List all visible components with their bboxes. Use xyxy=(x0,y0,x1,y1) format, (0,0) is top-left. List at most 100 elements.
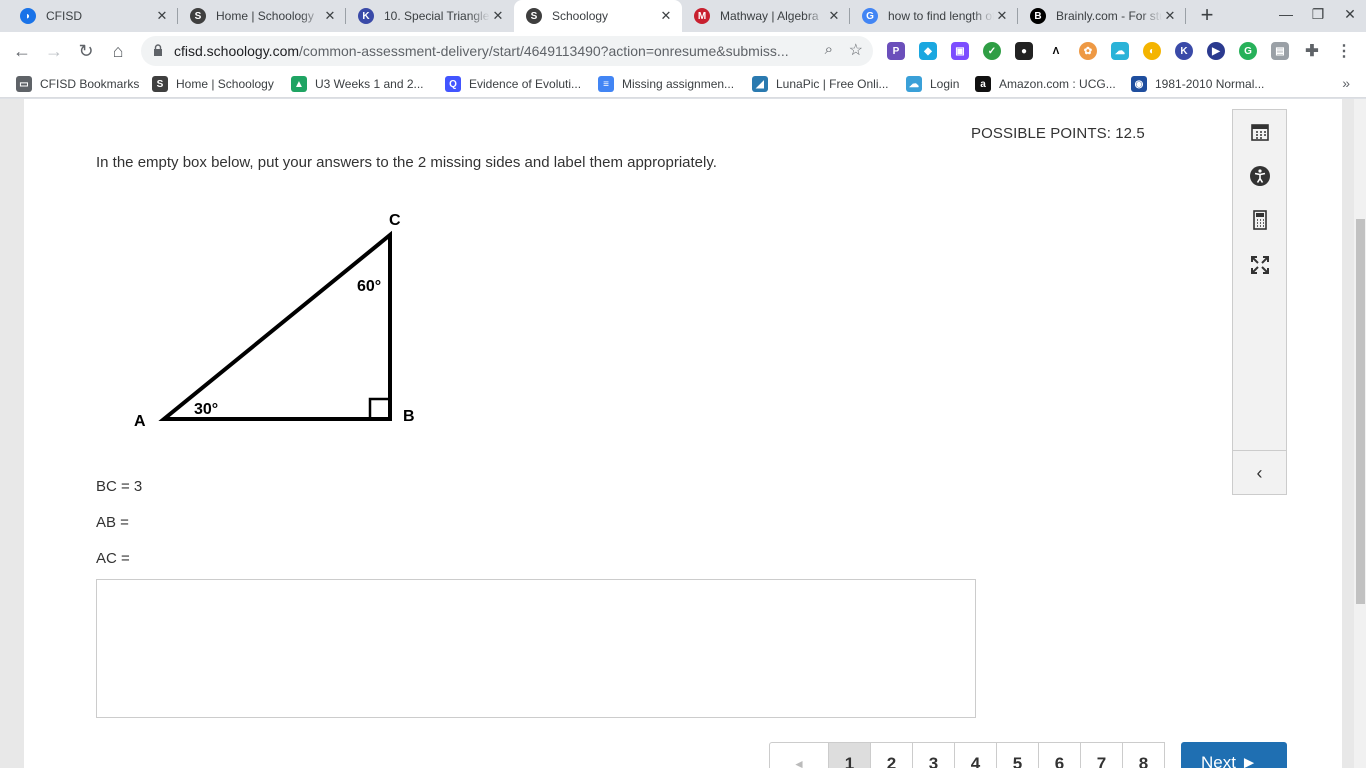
calendar-icon[interactable] xyxy=(1233,117,1286,147)
bookmark-label: LunaPic | Free Onli... xyxy=(776,77,889,91)
tab-close-icon[interactable]: ✕ xyxy=(994,8,1010,24)
google-drive-icon: ▲ xyxy=(291,76,307,92)
browser-tab[interactable]: M Mathway | Algebra ✕ xyxy=(682,0,850,32)
reload-icon[interactable]: ↻ xyxy=(75,40,97,62)
menu-kebab-icon[interactable]: ⋮ xyxy=(1335,42,1353,60)
accessibility-icon[interactable] xyxy=(1233,161,1286,191)
address-bar[interactable]: cfisd.schoology.com/common-assessment-de… xyxy=(141,36,873,66)
browser-tab[interactable]: ◗ CFISD ✕ xyxy=(8,0,178,32)
browser-tab[interactable]: B Brainly.com - For students✕ xyxy=(1018,0,1186,32)
amazon-icon: a xyxy=(975,76,991,92)
browser-tab[interactable]: Ghow to find length of ✕ xyxy=(850,0,1018,32)
collapse-tools-icon[interactable]: ‹ xyxy=(1233,450,1286,495)
play-extension-icon[interactable]: ▶ xyxy=(1207,42,1225,60)
assessment-panel: POSSIBLE POINTS: 12.5 In the empty box b… xyxy=(24,99,1342,768)
minimize-button[interactable]: — xyxy=(1276,6,1296,22)
kuta-extension-icon[interactable]: K xyxy=(1175,42,1193,60)
lock-icon xyxy=(154,44,162,56)
tab-close-icon[interactable]: ✕ xyxy=(658,8,674,24)
cloud-extension-icon[interactable]: ☁ xyxy=(1111,42,1129,60)
kuta-logo-icon: K xyxy=(358,8,374,24)
bookmark-item[interactable]: ≡ Missing assignmen... xyxy=(598,76,734,92)
schoology-logo: S xyxy=(152,76,168,92)
diamond-extension-icon[interactable]: ◆ xyxy=(919,42,937,60)
page-button[interactable]: 5 xyxy=(997,742,1039,768)
tab-close-icon[interactable]: ✕ xyxy=(1162,8,1178,24)
gray-extension-icon[interactable]: ▤ xyxy=(1271,42,1289,60)
right-angle-marker xyxy=(368,397,392,421)
bookmark-item[interactable]: ◢ LunaPic | Free Onli... xyxy=(752,76,889,92)
tab-close-icon[interactable]: ✕ xyxy=(826,8,842,24)
next-button[interactable]: Next ► xyxy=(1181,742,1287,768)
bookmark-item[interactable]: a Amazon.com : UCG... xyxy=(975,76,1116,92)
tab-close-icon[interactable]: ✕ xyxy=(322,8,338,24)
tab-close-icon[interactable]: ✕ xyxy=(154,8,170,24)
page-button[interactable]: 2 xyxy=(871,742,913,768)
purple-extension-icon[interactable]: ▣ xyxy=(951,42,969,60)
page-button[interactable]: 1 xyxy=(829,742,871,768)
restore-button[interactable]: ❐ xyxy=(1308,6,1328,23)
tab-title: 10. Special Triangles xyxy=(384,9,490,23)
bookmark-item[interactable]: Q Evidence of Evoluti... xyxy=(445,76,581,92)
bookmark-label: Amazon.com : UCG... xyxy=(999,77,1116,91)
answer-textbox[interactable] xyxy=(96,579,976,718)
bookmark-label: CFISD Bookmarks xyxy=(40,77,140,91)
folder-icon: ▭ xyxy=(16,76,32,92)
cfisd-logo-icon: ◗ xyxy=(20,8,36,24)
schoology-logo-icon: S xyxy=(190,8,206,24)
browser-tab[interactable]: S Schoology ✕ xyxy=(514,0,682,32)
bookmark-label: Home | Schoology xyxy=(176,77,274,91)
page-button[interactable]: 8 xyxy=(1123,742,1165,768)
google-logo-icon: G xyxy=(862,8,878,24)
bookmark-item[interactable]: ▲ U3 Weeks 1 and 2... xyxy=(291,76,424,92)
bookmark-item[interactable]: ▭ CFISD Bookmarks xyxy=(16,76,139,92)
tab-title: Schoology xyxy=(552,9,609,23)
tab-title: Mathway | Algebra xyxy=(720,9,819,23)
bookmark-item[interactable]: ◉ 1981-2010 Normal... xyxy=(1131,76,1264,92)
angle-a-label: 30° xyxy=(194,401,218,418)
home-icon[interactable]: ⌂ xyxy=(107,40,129,62)
brainly-logo-icon: B xyxy=(1030,8,1046,24)
lunapic-icon: ◢ xyxy=(752,76,768,92)
pdf-extension-icon[interactable]: P xyxy=(887,42,905,60)
page-button[interactable]: 3 xyxy=(913,742,955,768)
bookmark-item[interactable]: ☁ Login xyxy=(906,76,959,92)
color-wheel-extension-icon[interactable]: ✿ xyxy=(1079,42,1097,60)
on-extension-icon[interactable]: ◐ xyxy=(1143,42,1161,60)
grammarly-extension-icon[interactable]: G xyxy=(1239,42,1257,60)
bookmarks-overflow-icon[interactable]: » xyxy=(1342,75,1350,91)
forward-icon[interactable]: → xyxy=(43,40,65,62)
url-text: cfisd.schoology.com/common-assessment-de… xyxy=(174,43,789,59)
browser-tab[interactable]: S Home | Schoology ✕ xyxy=(178,0,346,32)
page-button[interactable]: 6 xyxy=(1039,742,1081,768)
tab-separator xyxy=(1185,8,1186,24)
noaa-icon: ◉ xyxy=(1131,76,1147,92)
page-button[interactable]: 7 xyxy=(1081,742,1123,768)
new-tab-button[interactable]: + xyxy=(1195,4,1219,28)
lambda-extension-icon[interactable]: Λ xyxy=(1047,42,1065,60)
login-icon: ☁ xyxy=(906,76,922,92)
extensions-puzzle-icon[interactable]: ✚ xyxy=(1303,42,1321,60)
fullscreen-icon[interactable] xyxy=(1233,250,1286,280)
page-scrollbar[interactable] xyxy=(1354,99,1366,768)
zoom-icon[interactable]: ⌕ xyxy=(825,41,833,58)
bookmark-item[interactable]: S Home | Schoology xyxy=(152,76,274,92)
browser-toolbar: ← → ↻ ⌂ cfisd.schoology.com/common-asses… xyxy=(0,32,1366,70)
incognito-extension-icon[interactable]: ● xyxy=(1015,42,1033,60)
grammar-extension-icon[interactable]: ✓ xyxy=(983,42,1001,60)
tab-title: how to find length of xyxy=(888,9,994,23)
page-button[interactable]: 4 xyxy=(955,742,997,768)
schoology-logo-icon: S xyxy=(526,8,542,24)
scrollbar-thumb[interactable] xyxy=(1356,219,1365,604)
browser-tab[interactable]: K 10. Special Triangles ✕ xyxy=(346,0,514,32)
bookmark-star-icon[interactable]: ☆ xyxy=(849,40,863,60)
calculator-icon[interactable] xyxy=(1233,205,1286,235)
prev-page-button[interactable]: ◄ xyxy=(769,742,829,768)
tab-close-icon[interactable]: ✕ xyxy=(490,8,506,24)
window-close-button[interactable]: ✕ xyxy=(1340,6,1360,23)
vertex-a-label: A xyxy=(134,413,146,430)
possible-points: POSSIBLE POINTS: 12.5 xyxy=(971,125,1145,142)
back-icon[interactable]: ← xyxy=(11,40,33,62)
tab-title: Home | Schoology xyxy=(216,9,314,23)
bookmark-label: Login xyxy=(930,77,960,91)
